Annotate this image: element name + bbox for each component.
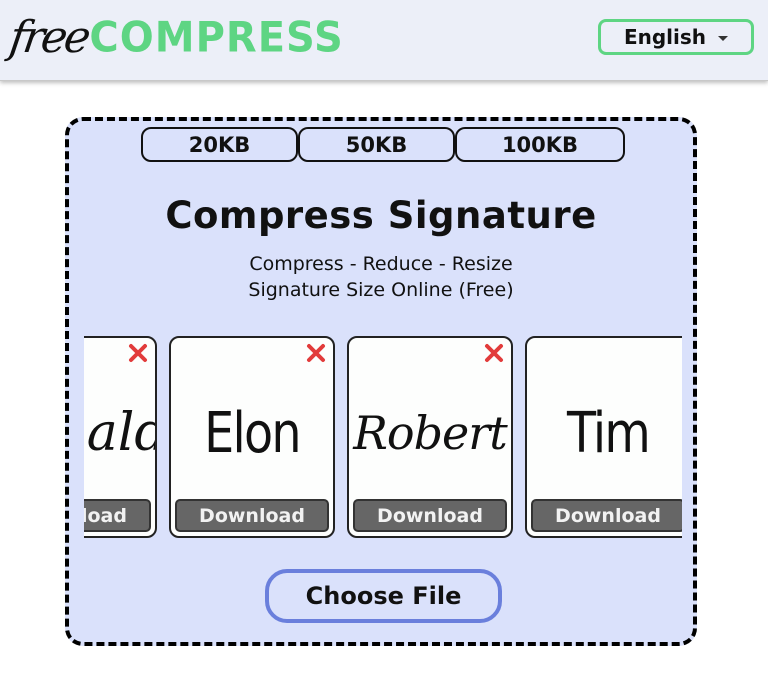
language-select[interactable]: English (598, 19, 754, 55)
logo-compress-text: COMPRESS (89, 13, 344, 63)
download-button[interactable]: Download (353, 499, 507, 532)
sample-card: Robert Download (347, 336, 513, 538)
download-button[interactable]: Download (84, 499, 151, 532)
close-icon[interactable] (305, 342, 327, 364)
download-button[interactable]: Download (531, 499, 682, 532)
sample-card: Tim Download (525, 336, 682, 538)
subtitle-line-2: Signature Size Online (Free) (248, 279, 514, 301)
subtitle-line-1: Compress - Reduce - Resize (249, 253, 513, 275)
tab-100kb[interactable]: 100KB (455, 127, 625, 162)
site-logo[interactable]: free COMPRESS (6, 6, 344, 66)
sample-card: Donald Download (84, 336, 157, 538)
signature-image: Donald (84, 403, 155, 463)
upload-panel[interactable]: 20KB 50KB 100KB Compress Signature Compr… (65, 117, 697, 646)
signature-image: Elon (204, 400, 301, 466)
sample-card: Elon Download (169, 336, 335, 538)
size-tabs: 20KB 50KB 100KB (141, 127, 625, 162)
tab-20kb[interactable]: 20KB (141, 127, 298, 162)
sample-carousel[interactable]: Donald Download Elon Download Robert Dow… (84, 336, 682, 541)
site-header: free COMPRESS English (0, 0, 768, 81)
page-title: Compress Signature (165, 194, 597, 237)
carousel-track: Donald Download Elon Download Robert Dow… (84, 336, 682, 538)
download-button[interactable]: Download (175, 499, 329, 532)
choose-file-button[interactable]: Choose File (265, 569, 502, 623)
signature-image: Robert (353, 406, 507, 460)
signature-image: Tim (566, 400, 651, 466)
language-selected-value: English (623, 25, 707, 49)
close-icon[interactable] (127, 342, 149, 364)
caret-down-icon (718, 35, 729, 41)
page-subtitle: Compress - Reduce - Resize Signature Siz… (69, 251, 693, 303)
logo-free-text: free (6, 12, 92, 63)
tab-50kb[interactable]: 50KB (298, 127, 455, 162)
close-icon[interactable] (483, 342, 505, 364)
